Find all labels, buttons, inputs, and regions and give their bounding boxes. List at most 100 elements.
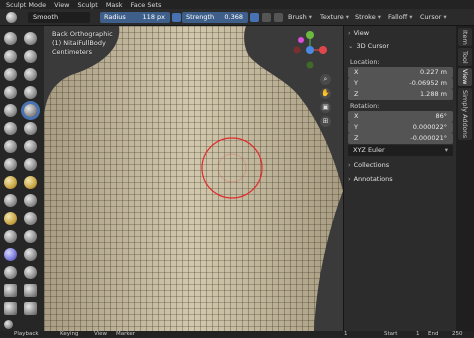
tab-view[interactable]: View	[458, 68, 472, 86]
pan-hand-icon[interactable]: ✋	[320, 88, 331, 99]
tab-item[interactable]: Item	[458, 28, 472, 46]
box-hide-icon[interactable]	[24, 284, 37, 297]
menu-view[interactable]: View	[54, 1, 69, 9]
strength-slider[interactable]: Strength 0.368	[182, 12, 248, 23]
tab-tool[interactable]: Tool	[458, 48, 472, 66]
cursor-menu[interactable]: Cursor	[420, 12, 447, 23]
box-mask-icon[interactable]	[4, 284, 17, 297]
brush-name-field[interactable]: Smooth	[28, 12, 90, 23]
menu-face-sets[interactable]: Face Sets	[131, 1, 162, 9]
strength-pressure-icon[interactable]	[250, 13, 259, 22]
thumb-brush-icon[interactable]	[4, 194, 17, 207]
annotations-panel-header[interactable]: › Annotations	[348, 174, 393, 184]
grab-brush-icon[interactable]	[24, 158, 37, 171]
timeline-view-menu[interactable]: View	[94, 331, 107, 338]
sidebar-tabs: Item Tool View Simply Addons	[456, 26, 474, 331]
multiplane-scrape-icon[interactable]	[24, 140, 37, 153]
crease-brush-icon[interactable]	[24, 86, 37, 99]
draw-sharp-brush-icon[interactable]	[24, 32, 37, 45]
units-label: Centimeters	[52, 48, 92, 56]
location-x-field[interactable]: X 0.227 m	[348, 67, 453, 78]
collapse-arrow-icon: ›	[348, 161, 351, 169]
axis-label: Z	[354, 134, 359, 142]
location-y-field[interactable]: Y -0.06952 m	[348, 78, 453, 89]
menu-mask[interactable]: Mask	[106, 1, 123, 9]
layer-brush-icon[interactable]	[4, 68, 17, 81]
falloff-menu[interactable]: Falloff	[388, 12, 412, 23]
collections-label: Collections	[353, 161, 390, 169]
current-frame-field[interactable]: 1	[344, 331, 348, 338]
mask-brush-icon[interactable]	[4, 266, 17, 279]
snake-hook-icon[interactable]	[24, 176, 37, 189]
perspective-grid-icon[interactable]: ⊞	[320, 116, 331, 127]
clay-strips-brush-icon[interactable]	[24, 50, 37, 63]
axis-label: X	[354, 68, 359, 76]
field-value: 86°	[435, 112, 447, 120]
flatten-brush-icon[interactable]	[4, 122, 17, 135]
marker-menu[interactable]: Marker	[116, 331, 135, 338]
menu-sculpt[interactable]: Sculpt	[78, 1, 98, 9]
scrape-brush-icon[interactable]	[4, 140, 17, 153]
nudge-brush-icon[interactable]	[4, 212, 17, 225]
rotation-mode-select[interactable]: XYZ Euler	[348, 145, 453, 156]
axis-label: Y	[354, 79, 358, 87]
strength-value: 0.368	[224, 13, 243, 21]
radius-label: Radius	[104, 13, 126, 21]
camera-icon[interactable]: ▣	[320, 102, 331, 113]
radius-pressure-icon[interactable]	[172, 13, 181, 22]
simplify-brush-icon[interactable]	[24, 248, 37, 261]
rotate-brush-icon[interactable]	[24, 212, 37, 225]
boundary-brush-icon[interactable]	[24, 230, 37, 243]
cursor-panel-header[interactable]: ⌄ 3D Cursor	[348, 41, 389, 51]
inflate-brush-icon[interactable]	[24, 68, 37, 81]
collapse-arrow-icon: ›	[348, 175, 351, 183]
fill-brush-icon[interactable]	[24, 122, 37, 135]
view-panel-header[interactable]: › View	[348, 28, 369, 38]
zoom-icon[interactable]: ⌕	[320, 74, 331, 85]
clay-brush-icon[interactable]	[4, 50, 17, 63]
brush-icon[interactable]	[6, 12, 17, 23]
pose-brush-icon[interactable]	[24, 194, 37, 207]
pinch-brush-icon[interactable]	[4, 158, 17, 171]
box-trim-icon[interactable]	[24, 302, 37, 315]
rotation-x-field[interactable]: X 86°	[348, 111, 453, 122]
keying-menu[interactable]: Keying	[60, 331, 78, 338]
cloth-brush-icon[interactable]	[4, 248, 17, 261]
axis-label: Y	[354, 123, 358, 131]
mode-dropdown[interactable]: Sculpt Mode	[6, 1, 46, 9]
rotation-y-field[interactable]: Y 0.000022°	[348, 122, 453, 133]
tool-shelf	[0, 26, 44, 331]
start-frame-value[interactable]: 1	[416, 331, 420, 338]
radius-value: 118 px	[142, 13, 165, 21]
draw-face-sets-icon[interactable]	[24, 266, 37, 279]
location-z-field[interactable]: Z 1.288 m	[348, 89, 453, 100]
elastic-deform-icon[interactable]	[4, 176, 17, 189]
stroke-menu[interactable]: Stroke	[355, 12, 381, 23]
field-value: -0.06952 m	[409, 79, 447, 87]
draw-brush-icon[interactable]	[4, 32, 17, 45]
field-value: 0.000022°	[412, 123, 447, 131]
end-frame-label: End	[428, 331, 439, 337]
tab-simply-addons[interactable]: Simply Addons	[458, 88, 472, 140]
slide-relax-icon[interactable]	[4, 230, 17, 243]
texture-menu[interactable]: Texture	[320, 12, 349, 23]
brush-menu[interactable]: Brush	[288, 12, 312, 23]
axis-label: Z	[354, 90, 359, 98]
strength-label: Strength	[186, 13, 215, 21]
options-icon[interactable]	[274, 13, 283, 22]
radius-slider[interactable]: Radius 118 px	[100, 12, 170, 23]
playback-menu[interactable]: Playback	[14, 331, 39, 338]
blob-brush-icon[interactable]	[4, 86, 17, 99]
end-frame-value[interactable]: 250	[452, 331, 463, 338]
box-face-set-icon[interactable]	[4, 302, 17, 315]
3d-viewport[interactable]: Back Orthographic (1) NitaiFullBody Cent…	[44, 26, 343, 331]
field-value: 1.288 m	[419, 90, 447, 98]
collections-panel-header[interactable]: › Collections	[348, 160, 389, 170]
direction-icon[interactable]	[262, 13, 271, 22]
rotation-z-field[interactable]: Z -0.000021°	[348, 133, 453, 144]
navigation-gizmo[interactable]	[289, 29, 331, 71]
sculpt-mesh[interactable]	[44, 26, 343, 331]
smooth-tool-icon[interactable]	[4, 104, 17, 117]
smooth-brush-icon[interactable]	[24, 104, 37, 117]
mesh-filter-icon[interactable]	[4, 320, 13, 329]
